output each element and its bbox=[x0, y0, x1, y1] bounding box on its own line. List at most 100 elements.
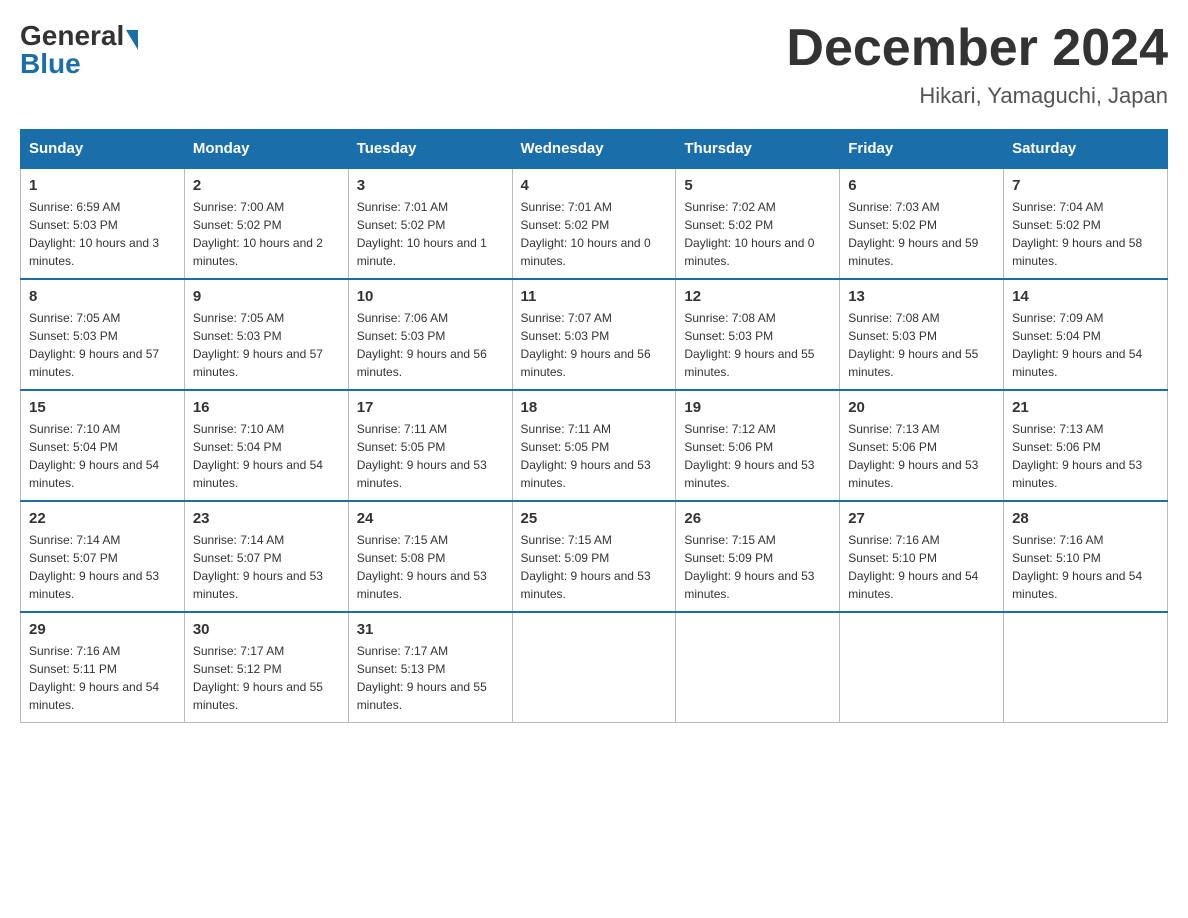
day-number: 29 bbox=[29, 621, 176, 638]
day-number: 17 bbox=[357, 399, 504, 416]
table-row bbox=[676, 612, 840, 723]
day-number: 20 bbox=[848, 399, 995, 416]
day-number: 13 bbox=[848, 288, 995, 305]
header-friday: Friday bbox=[840, 130, 1004, 169]
day-number: 27 bbox=[848, 510, 995, 527]
page-header: General Blue December 2024 Hikari, Yamag… bbox=[20, 20, 1168, 109]
day-number: 3 bbox=[357, 177, 504, 194]
day-info: Sunrise: 7:15 AM Sunset: 5:08 PM Dayligh… bbox=[357, 533, 487, 601]
table-row bbox=[512, 612, 676, 723]
table-row: 25 Sunrise: 7:15 AM Sunset: 5:09 PM Dayl… bbox=[512, 501, 676, 612]
table-row: 3 Sunrise: 7:01 AM Sunset: 5:02 PM Dayli… bbox=[348, 168, 512, 279]
header-sunday: Sunday bbox=[21, 130, 185, 169]
day-number: 21 bbox=[1012, 399, 1159, 416]
day-info: Sunrise: 7:16 AM Sunset: 5:10 PM Dayligh… bbox=[1012, 533, 1142, 601]
header-saturday: Saturday bbox=[1004, 130, 1168, 169]
day-info: Sunrise: 6:59 AM Sunset: 5:03 PM Dayligh… bbox=[29, 200, 159, 268]
table-row: 21 Sunrise: 7:13 AM Sunset: 5:06 PM Dayl… bbox=[1004, 390, 1168, 501]
day-info: Sunrise: 7:05 AM Sunset: 5:03 PM Dayligh… bbox=[193, 311, 323, 379]
day-info: Sunrise: 7:01 AM Sunset: 5:02 PM Dayligh… bbox=[357, 200, 487, 268]
table-row: 9 Sunrise: 7:05 AM Sunset: 5:03 PM Dayli… bbox=[184, 279, 348, 390]
table-row: 20 Sunrise: 7:13 AM Sunset: 5:06 PM Dayl… bbox=[840, 390, 1004, 501]
day-number: 23 bbox=[193, 510, 340, 527]
table-row: 16 Sunrise: 7:10 AM Sunset: 5:04 PM Dayl… bbox=[184, 390, 348, 501]
day-number: 9 bbox=[193, 288, 340, 305]
day-number: 1 bbox=[29, 177, 176, 194]
table-row: 1 Sunrise: 6:59 AM Sunset: 5:03 PM Dayli… bbox=[21, 168, 185, 279]
table-row: 5 Sunrise: 7:02 AM Sunset: 5:02 PM Dayli… bbox=[676, 168, 840, 279]
day-number: 26 bbox=[684, 510, 831, 527]
day-info: Sunrise: 7:06 AM Sunset: 5:03 PM Dayligh… bbox=[357, 311, 487, 379]
header-tuesday: Tuesday bbox=[348, 130, 512, 169]
header-thursday: Thursday bbox=[676, 130, 840, 169]
table-row: 17 Sunrise: 7:11 AM Sunset: 5:05 PM Dayl… bbox=[348, 390, 512, 501]
day-info: Sunrise: 7:16 AM Sunset: 5:10 PM Dayligh… bbox=[848, 533, 978, 601]
day-info: Sunrise: 7:00 AM Sunset: 5:02 PM Dayligh… bbox=[193, 200, 323, 268]
day-info: Sunrise: 7:07 AM Sunset: 5:03 PM Dayligh… bbox=[521, 311, 651, 379]
day-info: Sunrise: 7:17 AM Sunset: 5:12 PM Dayligh… bbox=[193, 644, 323, 712]
day-number: 5 bbox=[684, 177, 831, 194]
calendar-week-4: 22 Sunrise: 7:14 AM Sunset: 5:07 PM Dayl… bbox=[21, 501, 1168, 612]
header-wednesday: Wednesday bbox=[512, 130, 676, 169]
day-number: 15 bbox=[29, 399, 176, 416]
logo: General Blue bbox=[20, 20, 140, 80]
table-row: 31 Sunrise: 7:17 AM Sunset: 5:13 PM Dayl… bbox=[348, 612, 512, 723]
day-info: Sunrise: 7:08 AM Sunset: 5:03 PM Dayligh… bbox=[684, 311, 814, 379]
day-info: Sunrise: 7:17 AM Sunset: 5:13 PM Dayligh… bbox=[357, 644, 487, 712]
day-info: Sunrise: 7:16 AM Sunset: 5:11 PM Dayligh… bbox=[29, 644, 159, 712]
table-row: 29 Sunrise: 7:16 AM Sunset: 5:11 PM Dayl… bbox=[21, 612, 185, 723]
header-monday: Monday bbox=[184, 130, 348, 169]
calendar-week-5: 29 Sunrise: 7:16 AM Sunset: 5:11 PM Dayl… bbox=[21, 612, 1168, 723]
day-info: Sunrise: 7:15 AM Sunset: 5:09 PM Dayligh… bbox=[521, 533, 651, 601]
day-info: Sunrise: 7:01 AM Sunset: 5:02 PM Dayligh… bbox=[521, 200, 651, 268]
title-section: December 2024 Hikari, Yamaguchi, Japan bbox=[786, 20, 1168, 109]
day-info: Sunrise: 7:11 AM Sunset: 5:05 PM Dayligh… bbox=[521, 422, 651, 490]
day-number: 6 bbox=[848, 177, 995, 194]
table-row: 7 Sunrise: 7:04 AM Sunset: 5:02 PM Dayli… bbox=[1004, 168, 1168, 279]
table-row: 27 Sunrise: 7:16 AM Sunset: 5:10 PM Dayl… bbox=[840, 501, 1004, 612]
day-number: 14 bbox=[1012, 288, 1159, 305]
day-number: 28 bbox=[1012, 510, 1159, 527]
subtitle: Hikari, Yamaguchi, Japan bbox=[786, 83, 1168, 109]
day-number: 18 bbox=[521, 399, 668, 416]
table-row: 23 Sunrise: 7:14 AM Sunset: 5:07 PM Dayl… bbox=[184, 501, 348, 612]
day-info: Sunrise: 7:11 AM Sunset: 5:05 PM Dayligh… bbox=[357, 422, 487, 490]
day-number: 11 bbox=[521, 288, 668, 305]
day-info: Sunrise: 7:08 AM Sunset: 5:03 PM Dayligh… bbox=[848, 311, 978, 379]
day-number: 31 bbox=[357, 621, 504, 638]
day-number: 2 bbox=[193, 177, 340, 194]
table-row: 11 Sunrise: 7:07 AM Sunset: 5:03 PM Dayl… bbox=[512, 279, 676, 390]
day-info: Sunrise: 7:03 AM Sunset: 5:02 PM Dayligh… bbox=[848, 200, 978, 268]
day-number: 8 bbox=[29, 288, 176, 305]
logo-blue-text: Blue bbox=[20, 48, 81, 79]
day-info: Sunrise: 7:10 AM Sunset: 5:04 PM Dayligh… bbox=[193, 422, 323, 490]
logo-triangle-icon bbox=[126, 30, 138, 50]
day-info: Sunrise: 7:05 AM Sunset: 5:03 PM Dayligh… bbox=[29, 311, 159, 379]
day-info: Sunrise: 7:14 AM Sunset: 5:07 PM Dayligh… bbox=[29, 533, 159, 601]
table-row: 22 Sunrise: 7:14 AM Sunset: 5:07 PM Dayl… bbox=[21, 501, 185, 612]
table-row: 28 Sunrise: 7:16 AM Sunset: 5:10 PM Dayl… bbox=[1004, 501, 1168, 612]
table-row: 2 Sunrise: 7:00 AM Sunset: 5:02 PM Dayli… bbox=[184, 168, 348, 279]
table-row: 30 Sunrise: 7:17 AM Sunset: 5:12 PM Dayl… bbox=[184, 612, 348, 723]
day-info: Sunrise: 7:13 AM Sunset: 5:06 PM Dayligh… bbox=[848, 422, 978, 490]
table-row: 13 Sunrise: 7:08 AM Sunset: 5:03 PM Dayl… bbox=[840, 279, 1004, 390]
day-info: Sunrise: 7:10 AM Sunset: 5:04 PM Dayligh… bbox=[29, 422, 159, 490]
table-row: 24 Sunrise: 7:15 AM Sunset: 5:08 PM Dayl… bbox=[348, 501, 512, 612]
table-row: 12 Sunrise: 7:08 AM Sunset: 5:03 PM Dayl… bbox=[676, 279, 840, 390]
table-row: 10 Sunrise: 7:06 AM Sunset: 5:03 PM Dayl… bbox=[348, 279, 512, 390]
calendar-table: Sunday Monday Tuesday Wednesday Thursday… bbox=[20, 129, 1168, 723]
table-row bbox=[840, 612, 1004, 723]
day-info: Sunrise: 7:04 AM Sunset: 5:02 PM Dayligh… bbox=[1012, 200, 1142, 268]
day-info: Sunrise: 7:15 AM Sunset: 5:09 PM Dayligh… bbox=[684, 533, 814, 601]
day-number: 16 bbox=[193, 399, 340, 416]
day-info: Sunrise: 7:12 AM Sunset: 5:06 PM Dayligh… bbox=[684, 422, 814, 490]
day-number: 24 bbox=[357, 510, 504, 527]
day-info: Sunrise: 7:13 AM Sunset: 5:06 PM Dayligh… bbox=[1012, 422, 1142, 490]
table-row: 6 Sunrise: 7:03 AM Sunset: 5:02 PM Dayli… bbox=[840, 168, 1004, 279]
day-number: 19 bbox=[684, 399, 831, 416]
day-number: 7 bbox=[1012, 177, 1159, 194]
calendar-week-2: 8 Sunrise: 7:05 AM Sunset: 5:03 PM Dayli… bbox=[21, 279, 1168, 390]
day-number: 10 bbox=[357, 288, 504, 305]
calendar-week-1: 1 Sunrise: 6:59 AM Sunset: 5:03 PM Dayli… bbox=[21, 168, 1168, 279]
table-row: 26 Sunrise: 7:15 AM Sunset: 5:09 PM Dayl… bbox=[676, 501, 840, 612]
